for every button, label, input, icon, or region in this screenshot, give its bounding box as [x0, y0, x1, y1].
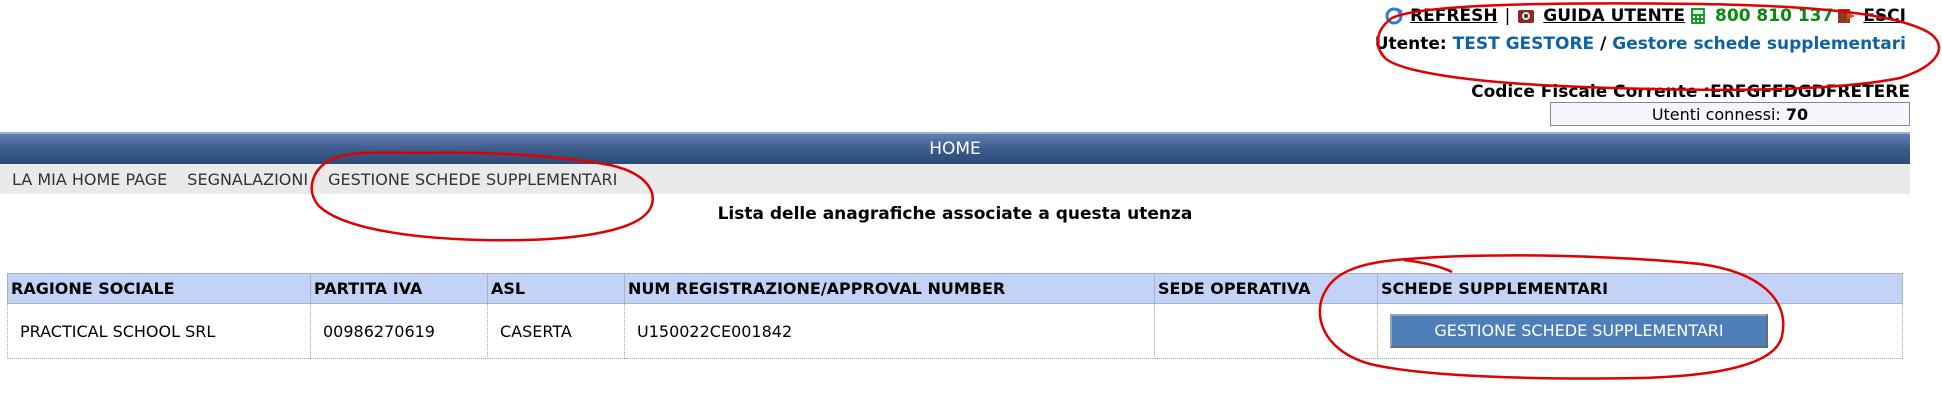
column-header: SEDE OPERATIVA — [1154, 273, 1378, 304]
connected-users-box: Utenti connessi: 70 — [1550, 102, 1910, 126]
main-menu: LA MIA HOME PAGE SEGNALAZIONI GESTIONE S… — [0, 164, 1910, 194]
menu-item-gestione-schede[interactable]: GESTIONE SCHEDE SUPPLEMENTARI — [318, 170, 627, 189]
cell-partita-iva: 00986270619 — [310, 303, 488, 359]
cell-asl: CASERTA — [487, 303, 625, 359]
column-header: RAGIONE SOCIALE — [7, 273, 311, 304]
exit-icon[interactable] — [1837, 7, 1857, 25]
user-name: TEST GESTORE — [1452, 34, 1595, 54]
guide-icon[interactable] — [1517, 7, 1537, 25]
header-links: REFRESH | GUIDA UTENTE 800 810 137 ESCI — [1384, 6, 1906, 26]
current-user: Utente: TEST GESTORE / Gestore schede su… — [1375, 34, 1906, 54]
home-label[interactable]: HOME — [929, 139, 981, 159]
page-title: Lista delle anagrafiche associate a ques… — [717, 204, 1193, 224]
menu-item-segnalazioni[interactable]: SEGNALAZIONI — [177, 170, 318, 189]
cell-ragione-sociale: PRACTICAL SCHOOL SRL — [7, 303, 311, 359]
table-row: PRACTICAL SCHOOL SRL 00986270619 CASERTA… — [7, 303, 1903, 359]
fiscal-code: Codice Fiscale Corrente :ERFGFFDGDFRETER… — [1471, 82, 1910, 102]
cell-schede-supplementari: GESTIONE SCHEDE SUPPLEMENTARI — [1377, 303, 1903, 359]
refresh-link[interactable]: REFRESH — [1410, 6, 1498, 26]
column-header: PARTITA IVA — [310, 273, 488, 304]
exit-link[interactable]: ESCI — [1863, 6, 1906, 26]
fiscal-code-label: Codice Fiscale Corrente : — [1471, 82, 1711, 102]
user-prefix: Utente: — [1374, 34, 1447, 54]
user-role: Gestore schede supplementari — [1612, 34, 1906, 54]
connected-users-label: Utenti connessi: — [1651, 105, 1781, 124]
phone-icon — [1689, 7, 1709, 25]
refresh-icon[interactable] — [1384, 7, 1404, 25]
cell-num-registrazione: U150022CE001842 — [624, 303, 1155, 359]
column-header: SCHEDE SUPPLEMENTARI — [1377, 273, 1903, 304]
guide-link[interactable]: GUIDA UTENTE — [1543, 6, 1685, 26]
gestione-schede-button[interactable]: GESTIONE SCHEDE SUPPLEMENTARI — [1390, 314, 1768, 348]
registry-table: RAGIONE SOCIALE PARTITA IVA ASL NUM REGI… — [7, 273, 1903, 359]
column-header: NUM REGISTRAZIONE/APPROVAL NUMBER — [624, 273, 1155, 304]
phone-number: 800 810 137 — [1715, 6, 1834, 26]
connected-users-count: 70 — [1785, 105, 1809, 124]
home-bar[interactable]: HOME — [0, 132, 1910, 164]
user-separator: / — [1600, 34, 1607, 54]
cell-sede-operativa — [1154, 303, 1378, 359]
column-header: ASL — [487, 273, 625, 304]
table-header-row: RAGIONE SOCIALE PARTITA IVA ASL NUM REGI… — [7, 273, 1903, 304]
fiscal-code-value: ERFGFFDGDFRETERE — [1710, 82, 1910, 102]
separator: | — [1504, 6, 1511, 26]
menu-item-home-page[interactable]: LA MIA HOME PAGE — [0, 170, 177, 189]
